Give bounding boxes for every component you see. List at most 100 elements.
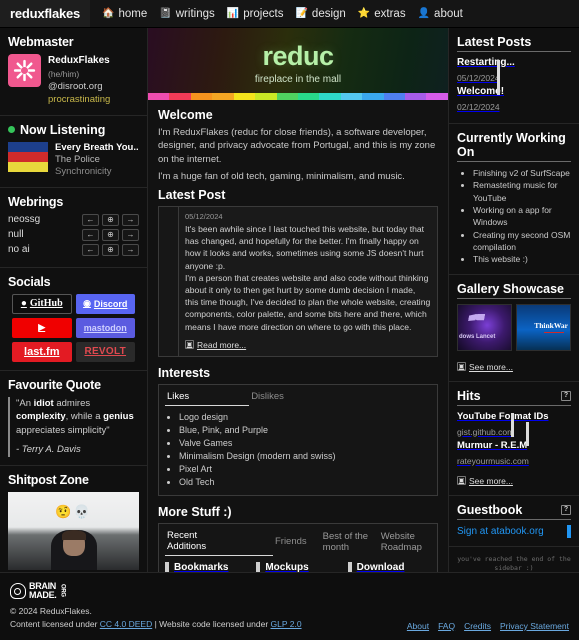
guestbook-marker [567, 524, 571, 538]
social-button-revolt[interactable]: REVOLT [75, 341, 135, 362]
hits-see-more-label: See more... [469, 475, 513, 486]
guestbook-link[interactable]: Sign at atabook.org [457, 526, 544, 537]
hit-marker [525, 421, 529, 446]
nav-item-design[interactable]: 📝 design [295, 8, 345, 20]
license-gpl-link[interactable]: GLP 2.0 [271, 619, 302, 629]
footer-license-line: Content licensed under CC 4.0 DEED | Web… [10, 618, 302, 631]
webrings-panel: Webrings neossg ← ⊕ → null ← ⊕ → no ai ←… [0, 188, 147, 268]
list-item: Finishing v2 of SurfScape [473, 167, 571, 179]
social-label-mastodon: mastodon [83, 322, 127, 333]
now-listening-panel: Now Listening Every Breath You... The Po… [0, 116, 147, 188]
right-sidebar: Latest Posts Restarting... 05/12/2024 We… [448, 28, 579, 572]
card-mockups[interactable]: MockupsGallery of mockups I've made [256, 562, 339, 572]
main-column: reduc fireplace in the mall Welcome I'm … [148, 28, 448, 572]
meme-hair [61, 529, 86, 540]
nav-label-about: about [434, 7, 463, 20]
footer-link-faq[interactable]: FAQ [438, 621, 455, 631]
help-icon[interactable]: ? [561, 504, 571, 515]
quote-part-2: admires [53, 397, 91, 409]
more-stuff-box: Recent Additions Friends Best of the mon… [158, 523, 438, 572]
footer-link-about[interactable]: About [407, 621, 429, 631]
footer-link-privacy[interactable]: Privacy Statement [500, 621, 569, 631]
social-button-github[interactable]: ● GitHub [12, 293, 72, 314]
webring-prev-button[interactable]: ← [82, 243, 99, 256]
nav-label-projects: projects [243, 7, 284, 20]
top-navigation: reduxflakes 🏠 home 📓 writings 📊 projects 📝 d… [0, 0, 579, 28]
tab-friends[interactable]: Friends [273, 534, 313, 550]
page-footer: BRAIN MADE. ORG © 2024 ReduxFlakes. Conte… [0, 572, 579, 640]
social-button-lastfm[interactable]: last.fm [12, 341, 72, 362]
webring-prev-button[interactable]: ← [82, 213, 99, 226]
license-cc-link[interactable]: CC 4.0 DEED [100, 619, 152, 629]
gallery-thumb-thinkware[interactable] [516, 303, 571, 351]
memo-icon: 📝 [295, 7, 308, 19]
social-label-lastfm: last.fm [24, 345, 60, 358]
webmaster-email: @disroot.org [48, 81, 103, 92]
webring-index-button[interactable]: ⊕ [102, 213, 119, 226]
snowflake-icon [13, 59, 36, 82]
webring-next-button[interactable]: → [122, 243, 139, 256]
guestbook-panel: Guestbook? Sign at atabook.org [449, 496, 579, 547]
latest-post-date: 05/12/2024 [185, 211, 223, 221]
webring-next-button[interactable]: → [122, 213, 139, 226]
latest-post-link-welcome[interactable]: Welcome! 02/12/2024 [457, 69, 571, 118]
site-brand[interactable]: reduxflakes [0, 0, 91, 27]
tab-website-roadmap[interactable]: Website Roadmap [371, 529, 431, 556]
hit-source: rateyourmusic.com [457, 455, 529, 466]
nav-item-projects[interactable]: 📊 projects [227, 8, 284, 20]
expand-icon: ▣ [185, 340, 194, 350]
tab-likes[interactable]: Likes [165, 389, 250, 406]
social-label-github: GitHub [29, 298, 63, 310]
welcome-paragraph-2: I'm a huge fan of old tech, gaming, mini… [158, 171, 405, 183]
list-item: Valve Games [179, 437, 431, 450]
social-button-discord[interactable]: ◉ Discord [75, 293, 135, 314]
webring-next-button[interactable]: → [122, 228, 139, 241]
nav-item-writings[interactable]: 📓 writings [159, 8, 214, 20]
latest-post-link-restarting[interactable]: Restarting... 05/12/2024 [457, 57, 571, 89]
card-download-center[interactable]: Download CenterSelf explanatory [347, 562, 431, 572]
webring-prev-button[interactable]: ← [82, 228, 99, 241]
footer-link-credits[interactable]: Credits [464, 621, 491, 631]
hit-item-murmur-rem[interactable]: Murmur - R.E.M rateyourmusic.com [457, 421, 571, 471]
gallery-title: Gallery Showcase [457, 282, 571, 299]
post-date: 02/12/2024 [457, 102, 500, 112]
rainbow-stripe [148, 93, 448, 100]
help-icon[interactable]: ? [561, 390, 571, 401]
card-title: Download Center [356, 562, 405, 572]
webring-index-button[interactable]: ⊕ [102, 228, 119, 241]
gallery-see-more-link[interactable]: ▣ See more... [457, 362, 513, 372]
quote-part-1: "An [16, 397, 34, 409]
brain-icon [10, 582, 26, 599]
gallery-thumbnails [457, 303, 571, 351]
tab-best-of-the-month[interactable]: Best of the month [313, 529, 371, 556]
list-item: Old Tech [179, 476, 431, 489]
socials-panel: Socials ● GitHub ◉ Discord ▶ mastodon last… [0, 268, 147, 371]
notebook-icon: 📓 [159, 7, 172, 19]
nav-links: 🏠 home 📓 writings 📊 projects 📝 design ⭐ extra… [90, 0, 463, 27]
nav-item-extras[interactable]: ⭐ extras [358, 8, 406, 20]
hits-see-more-link[interactable]: ▣ See more... [457, 476, 513, 486]
webmaster-name: ReduxFlakes [48, 55, 110, 66]
webmaster-panel: Webmaster ReduxFlakes (he/him) @disroot.… [0, 28, 147, 116]
chart-icon: 📊 [226, 7, 240, 19]
latest-posts-panel: Latest Posts Restarting... 05/12/2024 We… [449, 28, 579, 124]
gallery-thumb-windows-lancet[interactable] [457, 303, 512, 351]
house-icon: 🏠 [102, 7, 115, 19]
social-button-mastodon[interactable]: mastodon [75, 317, 135, 338]
nav-item-about[interactable]: 👤 about [418, 8, 463, 20]
webring-index-button[interactable]: ⊕ [102, 243, 119, 256]
card-bookmarks[interactable]: BookmarksA list of sites I like [165, 562, 248, 572]
footer-links: About FAQ Credits Privacy Statement [407, 621, 569, 631]
webmaster-status: procrastinating [48, 93, 111, 105]
discord-icon: ◉ [83, 298, 91, 309]
badge-line-2: MADE. [29, 589, 57, 600]
site-banner: reduc fireplace in the mall [148, 28, 448, 100]
brain-made-badge[interactable]: BRAIN MADE. ORG [10, 582, 569, 599]
stripe-segment [148, 93, 170, 100]
social-button-youtube[interactable]: ▶ [12, 317, 72, 338]
tab-dislikes[interactable]: Dislikes [249, 389, 290, 405]
hit-item-youtube-format-ids[interactable]: YouTube Format IDs gist.github.com [457, 411, 571, 442]
nav-item-home[interactable]: 🏠 home [102, 8, 147, 20]
tab-recent-additions[interactable]: Recent Additions [165, 528, 273, 557]
read-more-link[interactable]: ▣ Read more... [185, 340, 246, 350]
